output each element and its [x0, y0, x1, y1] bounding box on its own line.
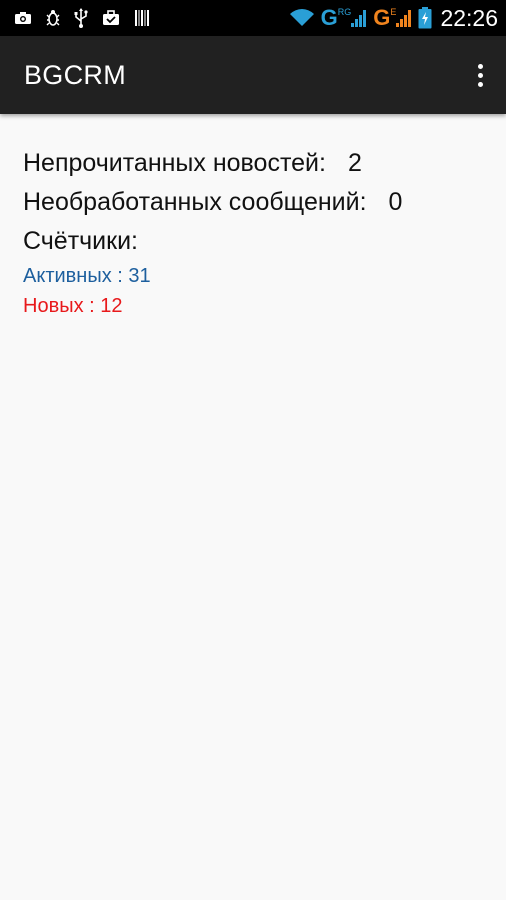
barcode-icon: [134, 9, 150, 27]
unprocessed-messages-row: Необработанных сообщений: 0: [23, 183, 506, 222]
sim1-network-label: G: [320, 5, 338, 30]
unprocessed-messages-label: Необработанных сообщений:: [23, 188, 367, 216]
app-title: BGCRM: [24, 59, 126, 90]
sim1-sub-label: RG: [337, 7, 352, 17]
notification-icons: [14, 8, 164, 28]
unprocessed-messages-value: 0: [388, 188, 403, 216]
unread-news-row: Непрочитанных новостей: 2: [23, 144, 506, 183]
sim1-signal-icon: G RG: [321, 7, 368, 29]
screenshot-icon: [14, 11, 32, 25]
sim2-signal-icon: G E: [373, 7, 412, 29]
counters-heading: Счётчики:: [23, 227, 138, 255]
system-icons: G RG G E 22:26: [283, 5, 498, 32]
action-bar: BGCRM: [0, 36, 506, 114]
clock: 22:26: [440, 4, 498, 31]
counter-active[interactable]: Активных : 31: [23, 261, 506, 291]
debug-icon: [46, 8, 60, 28]
briefcase-icon: [102, 10, 120, 26]
status-bar: G RG G E 22:26: [0, 0, 506, 36]
unread-news-value: 2: [347, 149, 362, 177]
sim2-network-label: G: [373, 5, 391, 30]
counter-new[interactable]: Новых : 12: [23, 291, 506, 321]
overflow-menu-icon[interactable]: [468, 55, 492, 95]
main-content: Непрочитанных новостей: 2 Необработанных …: [0, 114, 506, 321]
wifi-icon: [289, 9, 315, 27]
usb-icon: [74, 8, 88, 28]
unread-news-label: Непрочитанных новостей:: [23, 149, 326, 177]
battery-charging-icon: [418, 7, 432, 29]
